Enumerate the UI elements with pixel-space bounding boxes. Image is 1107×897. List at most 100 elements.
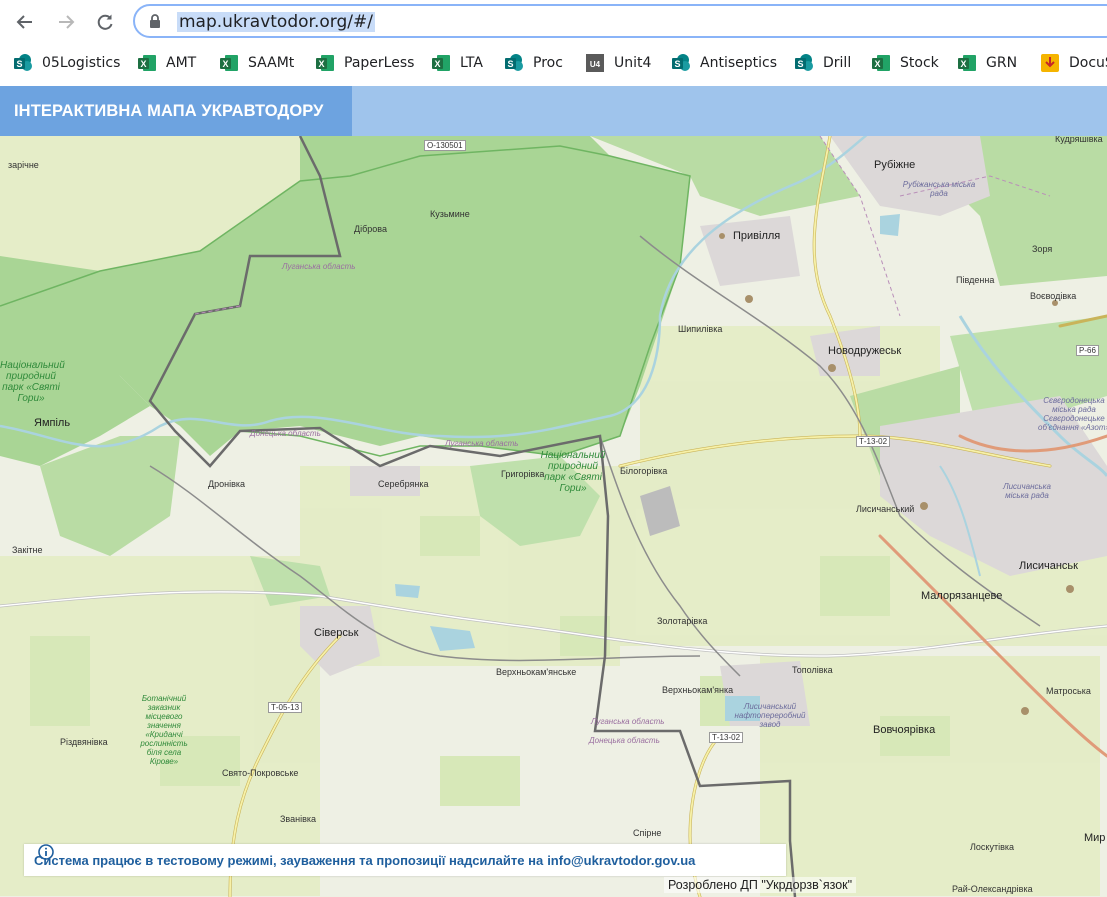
bookmark-label: SAAMt: [248, 55, 295, 71]
place-label: Тополівка: [792, 665, 833, 675]
place-label: Кузьмине: [430, 209, 470, 219]
road-number-label: О-130501: [424, 140, 466, 151]
road-number-label: Т-13-02: [856, 436, 891, 447]
sharepoint-icon: S: [14, 54, 32, 72]
region-border-label: Луганська область: [282, 262, 356, 271]
url-text[interactable]: map.ukravtodor.org/#/: [177, 12, 375, 32]
region-border-label: Донецька область: [589, 736, 660, 745]
place-label: Мир: [1084, 832, 1106, 844]
back-arrow-icon: [16, 15, 32, 29]
bookmark-item[interactable]: X SAAMt: [220, 48, 294, 78]
unit4-icon: U4: [586, 54, 604, 72]
browser-chrome: map.ukravtodor.org/#/ S 05Logistics X AMT X S…: [0, 0, 1107, 86]
map-view[interactable]: Рубіжне Рубіжанська міська рада Привілля…: [0, 136, 1107, 897]
forward-button[interactable]: [53, 9, 79, 35]
place-label: Діброва: [354, 224, 387, 234]
place-label: Матроська: [1046, 686, 1091, 696]
place-label: Рай-Олександрівка: [952, 884, 1033, 894]
bookmark-label: Drill: [823, 55, 852, 71]
bookmark-item[interactable]: X Stock: [872, 48, 939, 78]
admin-area-label: Лисичанська міська рада: [1003, 482, 1051, 500]
bookmark-item[interactable]: X GRN: [958, 48, 1017, 78]
notice-banner: Система працює в тестовому режимі, заува…: [24, 844, 786, 876]
sharepoint-icon: S: [505, 54, 523, 72]
reload-icon: [97, 14, 113, 30]
bookmark-label: PaperLess: [344, 55, 415, 71]
admin-area-label: Сєвєродонецька міська рада: [1043, 396, 1105, 414]
place-label: Лоскутівка: [970, 842, 1014, 852]
sharepoint-icon: S: [672, 54, 690, 72]
svg-text:X: X: [222, 59, 228, 69]
svg-text:S: S: [797, 59, 803, 69]
place-label: Кудряшівка: [1055, 136, 1103, 144]
place-label: Зоря: [1032, 244, 1053, 254]
bookmarks-bar: S 05Logistics X AMT X SAAMt X PaperLess X LTA S Pro…: [0, 48, 1107, 78]
road-number-label: Т-05-13: [268, 702, 303, 713]
place-label: Воєводівка: [1030, 291, 1077, 301]
bookmark-item[interactable]: S 05Logistics: [14, 48, 120, 78]
svg-text:X: X: [434, 59, 440, 69]
place-label: Вовчоярівка: [873, 724, 936, 736]
bookmark-label: Unit4: [614, 55, 652, 71]
bookmark-label: LTA: [460, 55, 483, 71]
region-border-label: Донецька область: [250, 429, 321, 438]
place-label: Спірне: [633, 828, 662, 838]
place-label: Серебрянка: [378, 479, 429, 489]
svg-text:S: S: [16, 59, 22, 69]
industrial-area-label: Сєвєродонецьке об'єднання «Азот»: [1038, 414, 1107, 432]
place-label: Дронівка: [208, 479, 245, 489]
place-label: Лисичанський: [856, 504, 915, 514]
bookmark-item[interactable]: S Proc: [505, 48, 563, 78]
bookmark-item[interactable]: S Drill: [795, 48, 851, 78]
place-label: Верхньокам'янське: [496, 667, 577, 677]
region-border-label: Луганська область: [445, 439, 519, 448]
bookmark-item[interactable]: X LTA: [432, 48, 483, 78]
notice-text: Система працює в тестовому режимі, заува…: [34, 852, 544, 868]
park-label: Національний природний парк «Святі Гори»: [0, 360, 65, 404]
place-label: Ямпіль: [34, 417, 71, 429]
svg-text:X: X: [318, 59, 324, 69]
svg-text:X: X: [874, 59, 880, 69]
place-label: Шипилівка: [678, 324, 723, 334]
excel-icon: X: [432, 54, 450, 72]
place-label: Новодружеськ: [828, 345, 902, 357]
svg-text:X: X: [140, 59, 146, 69]
place-label: Лисичанськ: [1019, 560, 1078, 572]
bookmark-item[interactable]: S Antiseptics: [672, 48, 777, 78]
place-label: Закітне: [12, 545, 43, 555]
app-header: ІНТЕРАКТИВНА МАПА УКРАВТОДОРУ: [0, 86, 1107, 136]
excel-icon: X: [220, 54, 238, 72]
notice-email-link[interactable]: info@ukravtodor.gov.ua: [547, 853, 695, 868]
bookmark-label: DocuS: [1069, 55, 1107, 71]
map-canvas[interactable]: [0, 136, 1107, 897]
place-label: Рубіжне: [874, 159, 916, 171]
excel-icon: X: [138, 54, 156, 72]
address-bar[interactable]: map.ukravtodor.org/#/: [133, 4, 1107, 38]
bookmark-item[interactable]: X PaperLess: [316, 48, 414, 78]
place-label: Званівка: [280, 814, 317, 824]
park-label: Національний природний парк «Святі Гори»: [540, 450, 606, 494]
back-button[interactable]: [12, 9, 38, 35]
place-label: зарічне: [8, 160, 39, 170]
place-label: Білогорівка: [620, 466, 668, 476]
bookmark-item[interactable]: DocuS: [1041, 48, 1107, 78]
bookmark-label: Proc: [533, 55, 563, 71]
bookmark-item[interactable]: X AMT: [138, 48, 196, 78]
bookmark-item[interactable]: U4 Unit4: [586, 48, 651, 78]
lock-icon: [150, 14, 160, 28]
bookmark-label: 05Logistics: [42, 55, 121, 71]
region-border-label: Луганська область: [591, 717, 665, 726]
place-label: Привілля: [733, 230, 781, 242]
place-label: Південна: [956, 275, 995, 285]
place-label: Свято-Покровське: [222, 768, 299, 778]
bookmark-label: GRN: [986, 55, 1018, 71]
road-number-label: Т-13-02: [709, 732, 744, 743]
forward-arrow-icon: [59, 15, 75, 29]
bookmark-label: Antiseptics: [700, 55, 777, 71]
sharepoint-icon: S: [795, 54, 813, 72]
excel-icon: X: [872, 54, 890, 72]
svg-text:U4: U4: [590, 60, 601, 69]
bookmark-label: AMT: [166, 55, 197, 71]
svg-text:X: X: [960, 59, 966, 69]
reload-button[interactable]: [92, 9, 118, 35]
